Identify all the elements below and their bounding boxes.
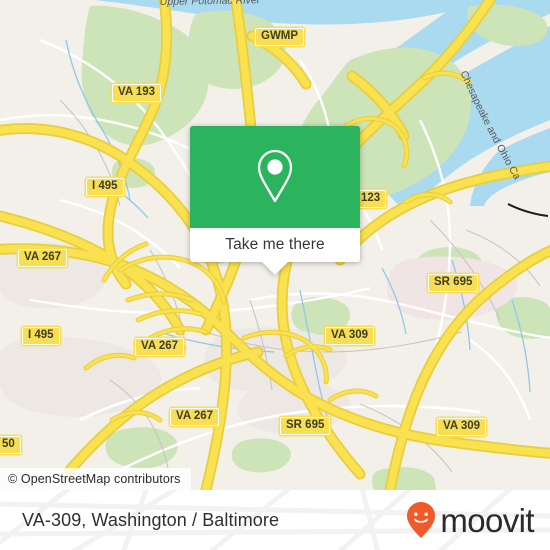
osm-attribution: © OpenStreetMap contributors xyxy=(0,468,191,490)
moovit-map-screen: Upper Potomac River Chesapeake and Ohio … xyxy=(0,0,550,550)
moovit-logo[interactable]: moovit xyxy=(404,500,535,540)
page-footer: VA-309, Washington / Baltimore moovit xyxy=(0,490,550,550)
highway-shield: VA 309 xyxy=(325,327,375,345)
highway-shield: I 495 xyxy=(86,178,124,196)
osm-attribution-text: © OpenStreetMap contributors xyxy=(8,472,181,486)
take-me-there-callout[interactable]: Take me there xyxy=(190,126,360,275)
highway-shield: 50 xyxy=(0,436,21,454)
highway-shield: SR 695 xyxy=(280,417,331,435)
highway-shield: VA 309 xyxy=(437,418,487,436)
moovit-wordmark: moovit xyxy=(440,501,534,539)
callout-action-bar[interactable]: Take me there xyxy=(190,228,360,262)
location-title: VA-309, Washington / Baltimore xyxy=(22,509,280,530)
moovit-pin-icon xyxy=(407,502,436,538)
map-pin-icon xyxy=(257,149,293,203)
highway-shield: GWMP xyxy=(255,28,305,46)
highway-shield: VA 267 xyxy=(135,338,185,356)
highway-shield: VA 267 xyxy=(170,408,220,426)
take-me-there-label: Take me there xyxy=(225,236,325,253)
highway-shield: VA 267 xyxy=(18,249,68,267)
highway-shield: SR 695 xyxy=(428,274,479,292)
highway-shield: I 495 xyxy=(22,327,60,345)
callout-icon-panel xyxy=(190,126,360,228)
callout-tail xyxy=(261,261,289,275)
highway-shield: VA 193 xyxy=(112,84,162,102)
